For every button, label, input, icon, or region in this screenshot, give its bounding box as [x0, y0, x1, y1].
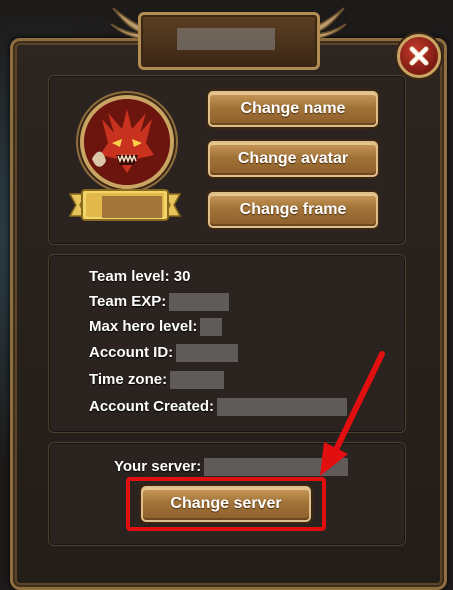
max-hero-level-label: Max hero level:	[89, 318, 198, 335]
time-zone-label: Time zone:	[89, 371, 168, 388]
account-created-row: Account Created:	[89, 398, 348, 417]
player-name	[102, 196, 162, 218]
red-arrow-icon	[320, 351, 385, 476]
account-id-value	[176, 344, 239, 363]
account-id-row: Account ID:	[89, 344, 239, 363]
change-name-button[interactable]: Change name	[208, 91, 378, 127]
time-zone-row: Time zone:	[89, 371, 225, 390]
max-hero-level-row: Max hero level:	[89, 318, 223, 337]
team-level-value: 30	[173, 268, 191, 285]
team-exp-value	[169, 293, 230, 312]
time-zone-value	[170, 371, 225, 390]
team-exp-row: Team EXP:	[89, 293, 230, 312]
account-id-label: Account ID:	[89, 344, 174, 361]
change-frame-button[interactable]: Change frame	[208, 192, 378, 228]
team-exp-label: Team EXP:	[89, 293, 167, 310]
dragon-avatar-icon	[84, 99, 170, 185]
close-icon	[409, 46, 429, 66]
team-level-row: Team level: 30	[89, 268, 190, 285]
highlight-box	[126, 477, 326, 531]
title-plate	[138, 12, 320, 70]
avatar[interactable]	[80, 95, 174, 189]
max-hero-level-value	[200, 318, 223, 337]
account-created-label: Account Created:	[89, 398, 215, 415]
change-avatar-button[interactable]: Change avatar	[208, 141, 378, 177]
team-level-label: Team level:	[89, 268, 170, 285]
your-server-label: Your server:	[114, 458, 202, 475]
close-button[interactable]	[397, 34, 441, 78]
page-title	[177, 28, 275, 50]
